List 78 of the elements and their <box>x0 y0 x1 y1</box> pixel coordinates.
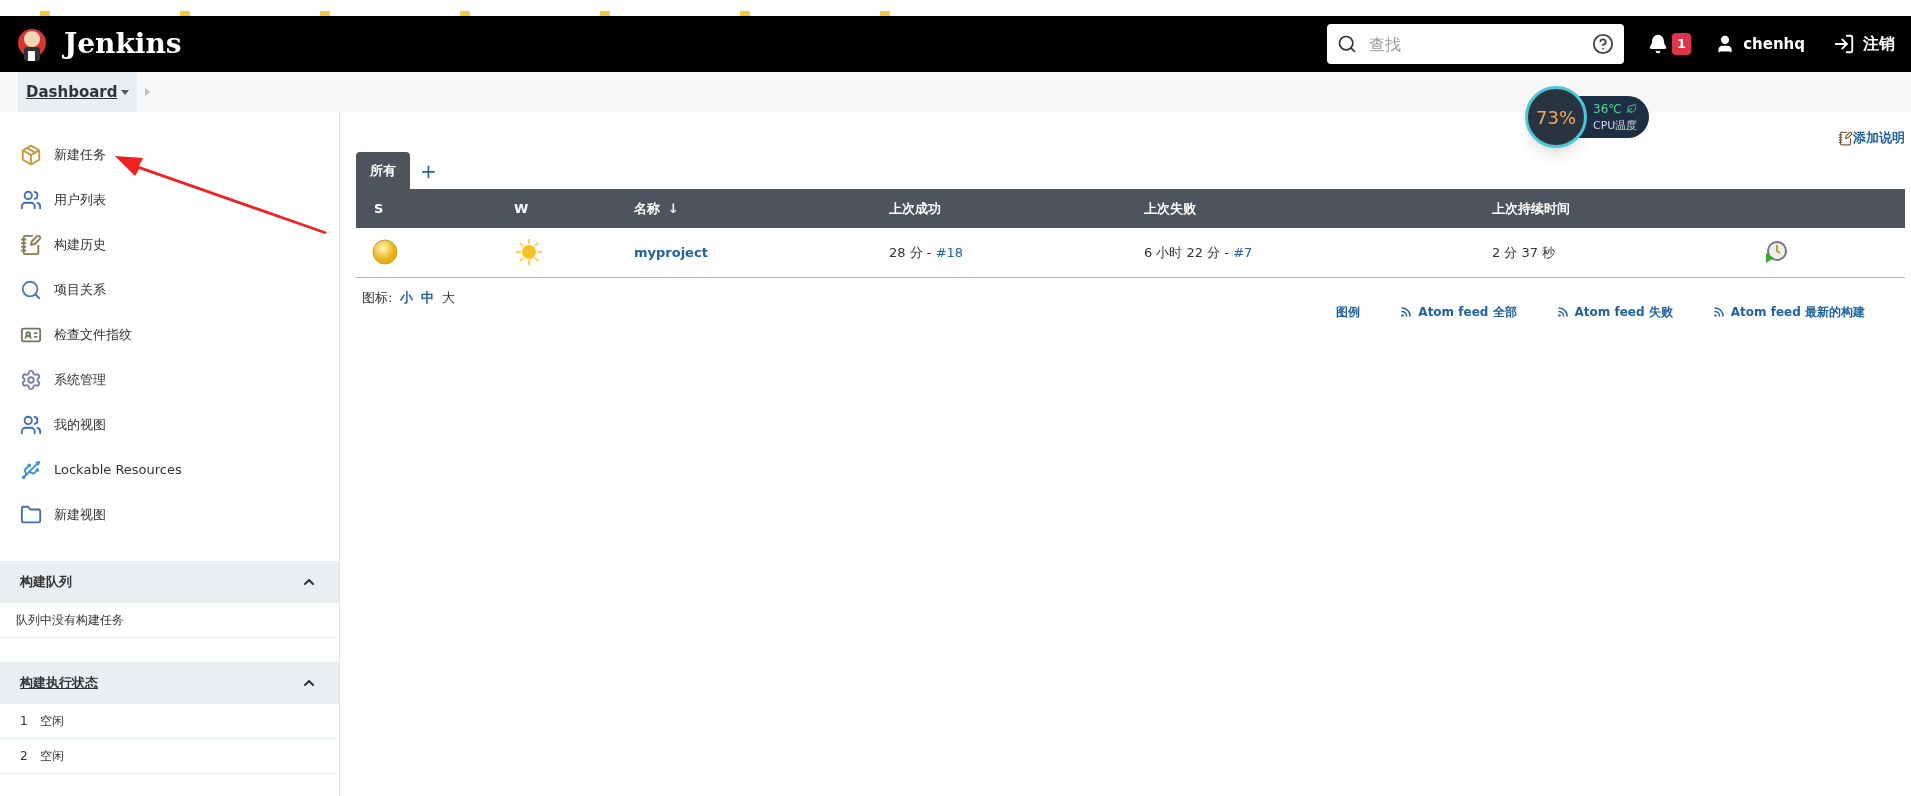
column-header[interactable]: 名称 <box>634 200 660 216</box>
column-header[interactable]: W <box>514 200 529 216</box>
search-icon <box>1337 34 1358 54</box>
bookmark-icon[interactable] <box>600 11 610 16</box>
sidebar-item[interactable]: 我的视图 <box>0 402 339 447</box>
status-ball-icon <box>372 239 398 266</box>
build-link[interactable]: #7 <box>1233 244 1253 260</box>
column-header[interactable]: S <box>374 200 384 216</box>
feed-link[interactable]: Atom feed 全部 <box>1400 303 1517 321</box>
usb-drive-icon <box>20 458 42 481</box>
queue-message: 队列中没有构建任务 <box>0 603 339 638</box>
column-header[interactable]: 上次持续时间 <box>1492 200 1570 216</box>
bell-icon <box>1648 34 1669 54</box>
panel-title: 构建执行状态 <box>20 674 98 693</box>
icon-size-option[interactable]: 小 <box>400 287 414 307</box>
temperature-label: CPU温度 <box>1593 117 1638 134</box>
icon-size-option[interactable]: 大 <box>442 287 456 307</box>
legend-link[interactable]: 图例 <box>1336 303 1361 321</box>
sidebar-item[interactable]: 项目关系 <box>0 267 339 312</box>
notification-count[interactable]: 1 <box>1672 33 1692 55</box>
help-icon[interactable] <box>1592 33 1615 55</box>
feed-link[interactable]: Atom feed 失败 <box>1556 303 1673 321</box>
build-link[interactable]: #18 <box>935 244 964 260</box>
icon-size-option[interactable]: 中 <box>421 287 435 307</box>
job-link[interactable]: myproject <box>634 244 708 260</box>
logout-icon <box>1833 33 1855 55</box>
notepad-icon <box>20 233 42 256</box>
executor-number: 1 <box>20 713 28 730</box>
bookmark-icon[interactable] <box>880 11 890 16</box>
rss-icon <box>1712 306 1725 318</box>
rss-icon <box>1400 306 1413 318</box>
panel-title: 构建队列 <box>20 573 72 592</box>
caret-icon <box>121 89 130 95</box>
cpu-percent: 73% <box>1536 105 1576 130</box>
executor-status: 空闲 <box>39 713 64 730</box>
feed-link[interactable]: Atom feed 最新的构建 <box>1712 303 1865 321</box>
add-description-link[interactable]: 添加说明 <box>1853 128 1905 148</box>
search-field[interactable]: 查找 <box>1327 24 1625 64</box>
box-icon <box>20 143 42 166</box>
schedule-build-icon[interactable] <box>1764 240 1788 265</box>
breadcrumb-item[interactable]: Dashboard <box>18 72 138 112</box>
users-icon <box>20 413 42 436</box>
gear-icon <box>20 368 42 391</box>
user-link[interactable]: chenhq <box>1743 32 1805 56</box>
bookmark-icon[interactable] <box>40 11 50 16</box>
sidebar-item[interactable]: 新建任务 <box>0 132 339 177</box>
folder-icon <box>20 503 42 526</box>
column-header[interactable]: 上次失败 <box>1144 200 1196 216</box>
sidebar-item[interactable]: Lockable Resources <box>0 447 339 492</box>
sort-mark: ↓ <box>668 200 679 216</box>
icon-size-label: 图标: <box>362 288 393 307</box>
logout-link[interactable]: 注销 <box>1863 32 1895 56</box>
bookmark-icon[interactable] <box>320 11 330 16</box>
separator-icon <box>145 88 151 96</box>
view-tab[interactable]: 所有 <box>356 152 410 189</box>
duration-text: 2 分 37 秒 <box>1492 244 1556 260</box>
leaf-icon <box>1625 103 1637 115</box>
app-title[interactable]: Jenkins <box>64 23 182 65</box>
column-header[interactable]: 上次成功 <box>889 200 941 216</box>
executor-status: 空闲 <box>39 748 64 765</box>
temperature-reading: 36℃ <box>1593 100 1622 118</box>
last-success-text: 28 分 - <box>889 244 933 260</box>
bookmark-icon[interactable] <box>460 11 470 16</box>
sidebar-item[interactable]: 用户列表 <box>0 177 339 222</box>
sidebar-item[interactable]: 检查文件指纹 <box>0 312 339 357</box>
sidebar-item[interactable]: 新建视图 <box>0 492 339 537</box>
sun-icon <box>514 237 544 268</box>
rss-icon <box>1556 306 1569 318</box>
bookmark-icon[interactable] <box>180 11 190 16</box>
users-icon <box>20 188 42 211</box>
sidebar-item[interactable]: 构建历史 <box>0 222 339 267</box>
bookmark-icon[interactable] <box>740 11 750 16</box>
magnifier-icon <box>20 278 42 301</box>
sidebar-item[interactable]: 系统管理 <box>0 357 339 402</box>
note-icon <box>1838 130 1853 146</box>
executor-number: 2 <box>20 748 28 765</box>
last-failure-text: 6 小时 22 分 - <box>1144 244 1231 260</box>
add-tab-button[interactable]: + <box>410 152 447 189</box>
